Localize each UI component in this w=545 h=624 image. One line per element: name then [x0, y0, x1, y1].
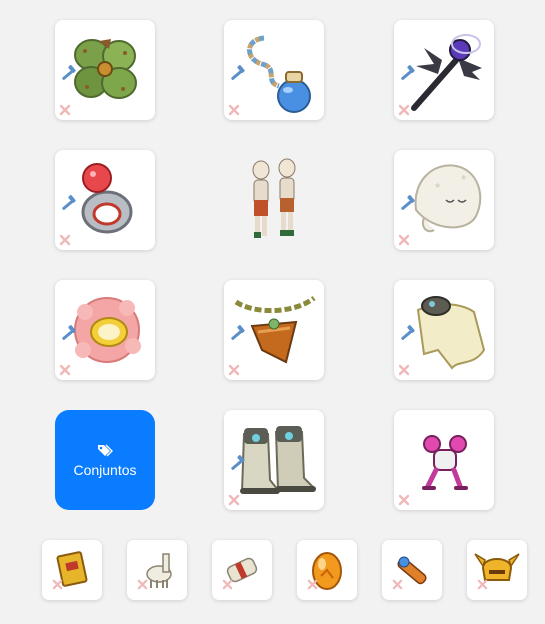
sets-button[interactable]: Conjuntos: [55, 410, 155, 510]
shield-slot[interactable]: [224, 20, 324, 120]
remove-icon[interactable]: [52, 579, 63, 590]
remove-icon[interactable]: [398, 364, 410, 376]
dofus-slot-6[interactable]: [467, 540, 527, 600]
white-llama-icon: [146, 553, 172, 588]
edit-icon[interactable]: [60, 324, 78, 342]
dofus-slot-2[interactable]: [127, 540, 187, 600]
dofus-slot-4[interactable]: [297, 540, 357, 600]
edit-icon[interactable]: [399, 64, 417, 82]
remove-icon[interactable]: [392, 579, 403, 590]
belt-slot[interactable]: [224, 280, 324, 380]
remove-icon[interactable]: [59, 364, 71, 376]
character-preview: [224, 150, 324, 250]
hat-slot[interactable]: ★ ★: [394, 150, 494, 250]
edit-icon[interactable]: [60, 194, 78, 212]
remove-icon[interactable]: [228, 494, 240, 506]
remove-icon[interactable]: [59, 104, 71, 116]
edit-icon[interactable]: [399, 194, 417, 212]
pet-slot[interactable]: [394, 410, 494, 510]
edit-icon[interactable]: [229, 324, 247, 342]
remove-icon[interactable]: [477, 579, 488, 590]
svg-text:★: ★: [434, 181, 441, 190]
remove-icon[interactable]: [307, 579, 318, 590]
scroll-icon: [226, 557, 258, 583]
remove-icon[interactable]: [398, 494, 410, 506]
svg-text:★: ★: [460, 173, 467, 182]
remove-icon[interactable]: [228, 364, 240, 376]
edit-icon[interactable]: [399, 324, 417, 342]
tags-icon: [98, 444, 113, 456]
dofus-slot-3[interactable]: [212, 540, 272, 600]
edit-icon[interactable]: [60, 64, 78, 82]
dofus-slot-1[interactable]: [42, 540, 102, 600]
amulet-slot[interactable]: [55, 20, 155, 120]
remove-icon[interactable]: [222, 579, 233, 590]
amber-egg-icon: [312, 552, 342, 590]
spyglass-icon: [397, 556, 427, 585]
remove-icon[interactable]: [398, 104, 410, 116]
ring-right-slot[interactable]: [55, 280, 155, 380]
cape-slot[interactable]: [394, 280, 494, 380]
remove-icon[interactable]: [228, 104, 240, 116]
remove-icon[interactable]: [59, 234, 71, 246]
horned-helmet-icon: [474, 553, 520, 581]
edit-icon[interactable]: [229, 454, 247, 472]
weapon-slot[interactable]: [394, 20, 494, 120]
ring-left-slot[interactable]: [55, 150, 155, 250]
golden-book-icon: [56, 551, 88, 587]
edit-icon[interactable]: [229, 64, 247, 82]
character-preview-icon: [252, 158, 296, 238]
remove-icon[interactable]: [398, 234, 410, 246]
boots-slot[interactable]: [224, 410, 324, 510]
dofus-slot-5[interactable]: [382, 540, 442, 600]
remove-icon[interactable]: [137, 579, 148, 590]
sets-button-label: Conjuntos: [73, 461, 137, 478]
